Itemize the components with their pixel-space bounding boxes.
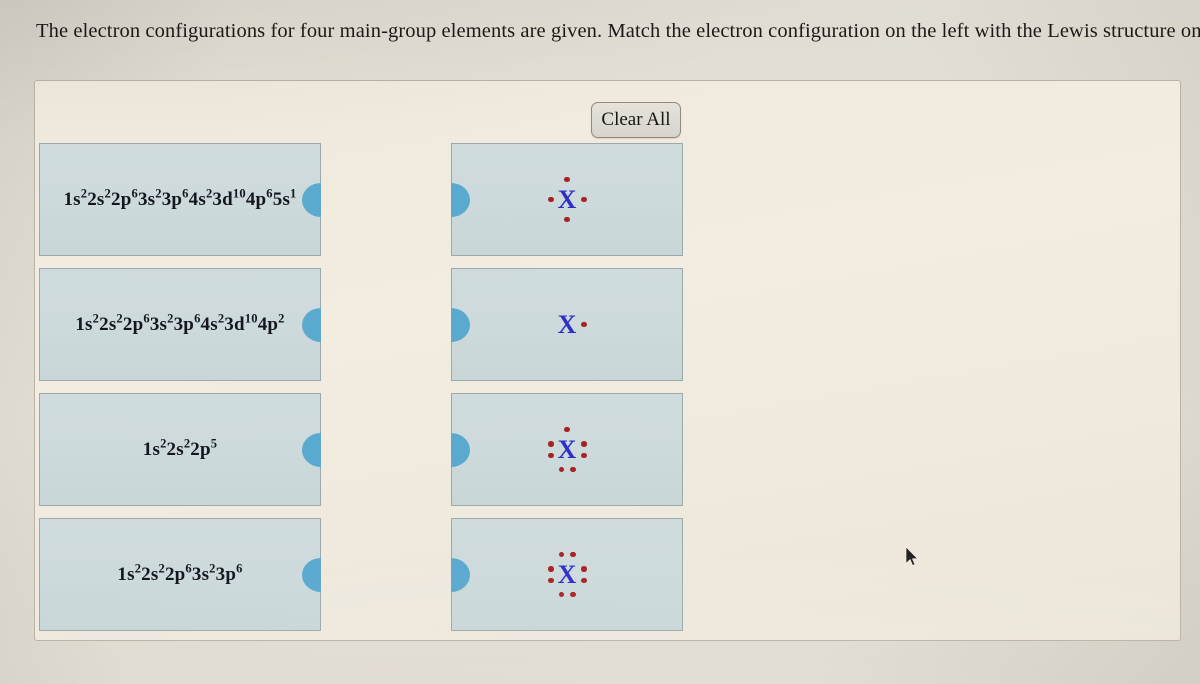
clear-all-button[interactable]: Clear All <box>591 102 681 138</box>
connector-knob-left-1[interactable] <box>302 182 321 217</box>
question-prompt: The electron configurations for four mai… <box>36 20 1200 42</box>
valence-electron-dot <box>558 466 564 472</box>
lewis-symbol: X <box>557 184 577 214</box>
lewis-symbol: X <box>557 559 577 589</box>
valence-electron-dot <box>581 321 587 328</box>
valence-electron-dot <box>564 216 570 222</box>
valence-electron-dot <box>548 577 554 583</box>
valence-electron-dot <box>581 452 587 458</box>
valence-electron-dot <box>564 426 570 432</box>
valence-electron-dot <box>548 441 554 447</box>
config-text-2: 1s22s22p63s23p64s23d104p2 <box>75 311 285 335</box>
lewis-structure-2: X <box>524 290 610 360</box>
lewis-structure-1: X <box>524 165 610 235</box>
valence-electron-dot <box>581 196 587 203</box>
lewis-card-3[interactable]: X <box>451 393 683 506</box>
match-row: 1s22s22p63s23p6 X <box>35 518 1180 631</box>
match-row: 1s22s22p63s23p64s23d104p2 X <box>35 268 1180 381</box>
valence-electron-dot <box>581 441 587 447</box>
lewis-symbol: X <box>557 309 577 339</box>
config-card-3[interactable]: 1s22s22p5 <box>39 393 321 506</box>
config-text-3: 1s22s22p5 <box>142 436 218 460</box>
config-card-4[interactable]: 1s22s22p63s23p6 <box>39 518 321 631</box>
valence-electron-dot <box>581 566 587 572</box>
valence-electron-dot <box>564 176 570 182</box>
match-row: 1s22s22p63s23p64s23d104p65s1 X <box>35 143 1180 256</box>
connector-knob-right-4[interactable] <box>451 557 470 592</box>
connector-knob-right-2[interactable] <box>451 307 470 342</box>
matching-columns: 1s22s22p63s23p64s23d104p65s1 X 1s22s22p6… <box>35 143 1180 643</box>
connector-knob-left-2[interactable] <box>302 307 321 342</box>
lewis-structure-3: X <box>524 415 610 485</box>
connector-knob-right-3[interactable] <box>451 432 470 467</box>
valence-electron-dot <box>558 591 564 597</box>
lewis-symbol: X <box>557 434 577 464</box>
match-row: 1s22s22p5 X <box>35 393 1180 506</box>
valence-electron-dot <box>548 452 554 458</box>
config-text-1: 1s22s22p63s23p64s23d104p65s1 <box>63 186 297 210</box>
connector-knob-left-3[interactable] <box>302 432 321 467</box>
valence-electron-dot <box>581 577 587 583</box>
valence-electron-dot <box>570 466 576 472</box>
config-card-1[interactable]: 1s22s22p63s23p64s23d104p65s1 <box>39 143 321 256</box>
matching-activity-panel: Clear All 1s22s22p63s23p64s23d104p65s1 X… <box>34 80 1181 641</box>
valence-electron-dot <box>548 196 554 203</box>
valence-electron-dot <box>570 551 576 557</box>
lewis-card-4[interactable]: X <box>451 518 683 631</box>
lewis-card-1[interactable]: X <box>451 143 683 256</box>
config-text-4: 1s22s22p63s23p6 <box>117 561 243 585</box>
connector-knob-right-1[interactable] <box>451 182 470 217</box>
config-card-2[interactable]: 1s22s22p63s23p64s23d104p2 <box>39 268 321 381</box>
valence-electron-dot <box>548 566 554 572</box>
valence-electron-dot <box>558 551 564 557</box>
valence-electron-dot <box>570 591 576 597</box>
lewis-card-2[interactable]: X <box>451 268 683 381</box>
connector-knob-left-4[interactable] <box>302 557 321 592</box>
lewis-structure-4: X <box>524 540 610 610</box>
